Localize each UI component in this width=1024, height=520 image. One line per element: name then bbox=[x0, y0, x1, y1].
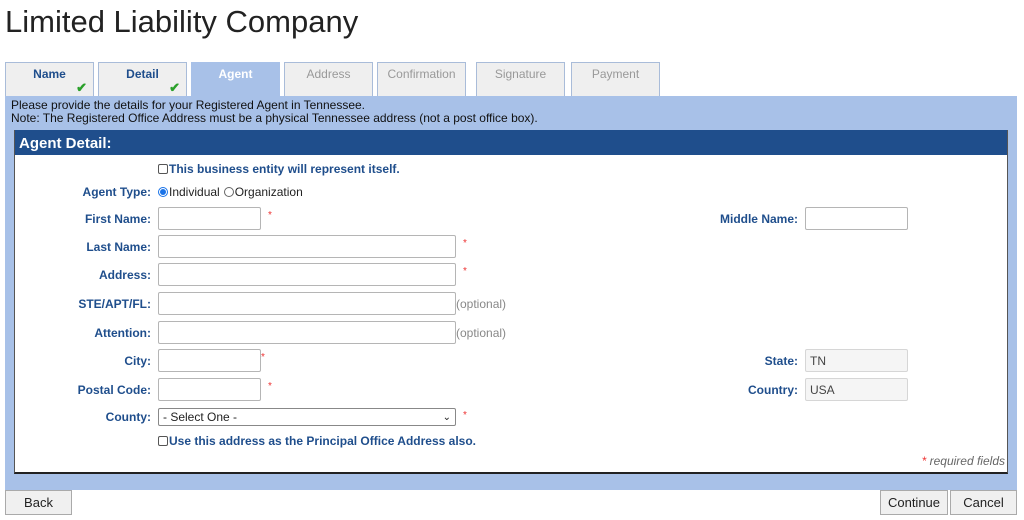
required-marker: * bbox=[268, 381, 272, 392]
tab-confirmation: Confirmation bbox=[377, 62, 466, 97]
tab-label: Detail bbox=[126, 67, 159, 81]
checkmark-icon: ✔ bbox=[169, 80, 180, 95]
state-input bbox=[805, 349, 908, 372]
required-marker: * bbox=[463, 266, 467, 277]
cancel-button[interactable]: Cancel bbox=[950, 490, 1017, 515]
last-name-input[interactable] bbox=[158, 235, 456, 258]
radio-individual[interactable] bbox=[158, 187, 168, 197]
tab-label: Name bbox=[33, 67, 66, 81]
tab-payment: Payment bbox=[571, 62, 660, 97]
use-as-principal-checkbox-row[interactable]: Use this address as the Principal Office… bbox=[158, 434, 476, 448]
agent-panel: Please provide the details for your Regi… bbox=[5, 96, 1017, 490]
country-input bbox=[805, 378, 908, 401]
tab-name[interactable]: Name ✔ bbox=[5, 62, 94, 97]
use-as-principal-label: Use this address as the Principal Office… bbox=[169, 434, 477, 448]
first-name-input[interactable] bbox=[158, 207, 261, 230]
ste-apt-fl-input[interactable] bbox=[158, 292, 456, 315]
state-label: State: bbox=[764, 354, 798, 368]
city-label: City: bbox=[124, 354, 151, 368]
postal-code-label: Postal Code: bbox=[77, 383, 151, 397]
county-label: County: bbox=[105, 410, 151, 424]
checkmark-icon: ✔ bbox=[76, 80, 87, 95]
ste-apt-fl-label: STE/APT/FL: bbox=[78, 297, 151, 311]
city-input[interactable] bbox=[158, 349, 261, 372]
optional-hint: (optional) bbox=[456, 326, 507, 340]
required-marker: * bbox=[463, 410, 467, 421]
tab-label: Agent bbox=[218, 67, 253, 81]
last-name-label: Last Name: bbox=[86, 240, 151, 254]
address-label: Address: bbox=[98, 268, 151, 282]
page-title: Limited Liability Company bbox=[5, 4, 359, 39]
required-marker: * bbox=[463, 238, 467, 249]
county-select-value: - Select One - bbox=[163, 410, 238, 424]
agent-detail-section: Agent Detail: This business entity will … bbox=[14, 130, 1008, 474]
postal-code-input[interactable] bbox=[158, 378, 261, 401]
county-select[interactable]: - Select One - ⌄ bbox=[158, 408, 456, 426]
required-marker: * bbox=[261, 352, 265, 363]
attention-label: Attention: bbox=[94, 326, 151, 340]
continue-button[interactable]: Continue bbox=[880, 490, 948, 515]
attention-input[interactable] bbox=[158, 321, 456, 344]
chevron-down-icon: ⌄ bbox=[442, 411, 451, 423]
tab-signature: Signature bbox=[476, 62, 565, 97]
self-represent-label: This business entity will represent itse… bbox=[169, 162, 400, 176]
tab-label: Signature bbox=[494, 67, 547, 81]
section-header: Agent Detail: bbox=[15, 130, 1007, 155]
intro-text: Please provide the details for your Regi… bbox=[11, 99, 538, 125]
first-name-label: First Name: bbox=[84, 212, 151, 226]
agent-type-label: Agent Type: bbox=[82, 185, 151, 199]
back-button[interactable]: Back bbox=[5, 490, 72, 515]
tab-agent[interactable]: Agent bbox=[191, 62, 280, 98]
address-input[interactable] bbox=[158, 263, 456, 286]
required-fields-note: * required fields bbox=[922, 454, 1005, 468]
intro-note: Note: The Registered Office Address must… bbox=[11, 111, 538, 125]
middle-name-input[interactable] bbox=[805, 207, 908, 230]
optional-hint: (optional) bbox=[456, 297, 507, 311]
required-fields-text: required fields bbox=[926, 454, 1005, 468]
tab-detail[interactable]: Detail ✔ bbox=[98, 62, 187, 97]
self-represent-checkbox[interactable] bbox=[158, 164, 168, 174]
radio-organization-label: Organization bbox=[234, 185, 303, 199]
required-marker: * bbox=[268, 210, 272, 221]
tab-label: Confirmation bbox=[387, 67, 456, 81]
country-label: Country: bbox=[748, 383, 798, 397]
agent-type-radio-group: Individual Organization bbox=[158, 185, 303, 199]
radio-organization[interactable] bbox=[223, 187, 234, 197]
use-as-principal-checkbox[interactable] bbox=[158, 436, 168, 446]
tab-label: Address bbox=[306, 67, 351, 81]
radio-individual-label: Individual bbox=[169, 185, 220, 199]
tab-label: Payment bbox=[591, 67, 640, 81]
self-represent-checkbox-row[interactable]: This business entity will represent itse… bbox=[158, 162, 400, 176]
tab-address: Address bbox=[284, 62, 373, 97]
middle-name-label: Middle Name: bbox=[719, 212, 798, 226]
